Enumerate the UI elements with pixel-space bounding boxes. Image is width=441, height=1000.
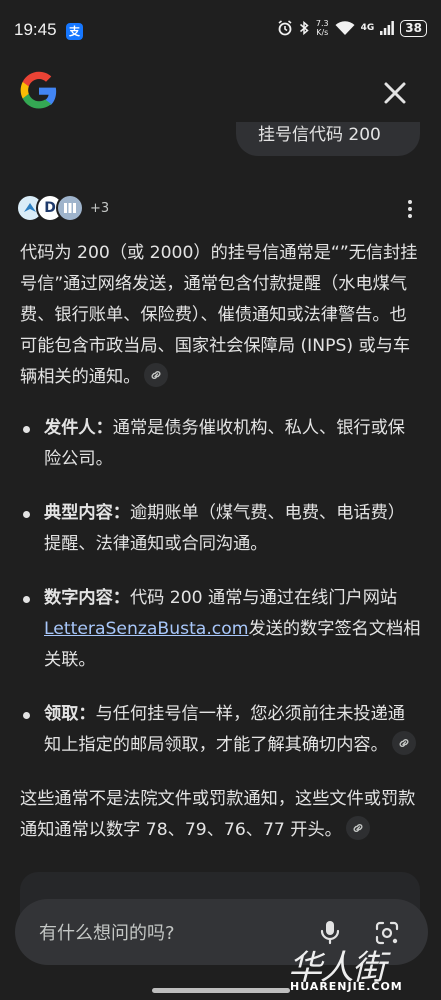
google-logo-icon bbox=[20, 71, 57, 109]
list-item: 发件人：通常是债务催收机构、私人、银行或保险公司。 bbox=[20, 413, 422, 475]
citation-link-button[interactable] bbox=[144, 363, 169, 387]
sources-row[interactable]: D +3 bbox=[16, 194, 109, 222]
link-icon bbox=[399, 739, 409, 747]
citation-link-button[interactable] bbox=[345, 816, 370, 840]
bullet-title: 发件人： bbox=[44, 418, 113, 438]
list-item: 领取：与任何挂号信一样，您必须前往未投递通知上指定的邮局领取，才能了解其确切内容… bbox=[20, 699, 422, 761]
link-icon bbox=[151, 371, 161, 379]
bullet-title: 数字内容： bbox=[44, 588, 130, 608]
battery-indicator: 38 bbox=[400, 19, 427, 37]
alarm-icon bbox=[278, 20, 292, 36]
signal-label: 4G bbox=[360, 23, 375, 33]
more-vert-icon[interactable] bbox=[400, 198, 420, 220]
bullet-title: 领取： bbox=[44, 704, 96, 724]
status-time: 19:45 bbox=[14, 20, 57, 39]
answer-intro: 代码为 200（或 2000）的挂号信通常是“”无信封挂号信”通过网络发送，通常… bbox=[20, 238, 422, 393]
header-mask bbox=[0, 64, 441, 122]
network-speed: 7.3 K/s bbox=[316, 19, 329, 37]
home-indicator[interactable] bbox=[152, 988, 290, 993]
ask-input-placeholder[interactable]: 有什么想问的吗? bbox=[39, 919, 175, 945]
user-query-text: 挂号信代码 200 bbox=[258, 125, 381, 145]
link-icon bbox=[353, 824, 363, 832]
lettera-senza-busta-link[interactable]: LetteraSenzaBusta.com bbox=[44, 619, 249, 639]
wifi-icon bbox=[335, 21, 355, 35]
bullet-title: 典型内容： bbox=[44, 503, 130, 523]
list-item: 数字内容：代码 200 通常与通过在线门户网站 LetteraSenzaBusta… bbox=[20, 583, 422, 676]
source-favicon-3 bbox=[56, 194, 84, 222]
huarenjie-watermark: 华人街 HUARENJIE.COM bbox=[288, 940, 438, 995]
bluetooth-icon bbox=[299, 20, 309, 36]
bullet-text: 代码 200 通常与通过在线门户网站 bbox=[129, 588, 398, 608]
sources-extra-count: +3 bbox=[90, 200, 110, 216]
status-bar: 19:45 支 7.3 K/s 4G 38 bbox=[0, 0, 441, 64]
answer-intro-text: 代码为 200（或 2000）的挂号信通常是“”无信封挂号信”通过网络发送，通常… bbox=[20, 243, 418, 387]
watermark-subtext: HUARENJIE.COM bbox=[290, 980, 403, 993]
status-icons: 7.3 K/s 4G 38 bbox=[277, 19, 427, 37]
answer-closing: 这些通常不是法院文件或罚款通知，这些文件或罚款通知通常以数字 78、79、76、… bbox=[20, 784, 422, 846]
network-speed-value: 7.3 bbox=[315, 19, 329, 28]
bullet-text: 与任何挂号信一样，您必须前往未投递通知上指定的邮局领取，才能了解其确切内容。 bbox=[44, 704, 405, 755]
citation-link-button[interactable] bbox=[391, 731, 416, 755]
ai-answer: 代码为 200（或 2000）的挂号信通常是“”无信封挂号信”通过网络发送，通常… bbox=[20, 238, 422, 846]
list-item: 典型内容：逾期账单（煤气费、电费、电话费）提醒、法律通知或合同沟通。 bbox=[20, 498, 422, 560]
close-icon[interactable] bbox=[380, 78, 410, 108]
answer-bullet-list: 发件人：通常是债务催收机构、私人、银行或保险公司。 典型内容：逾期账单（煤气费、… bbox=[20, 413, 422, 761]
network-speed-unit: K/s bbox=[316, 28, 329, 37]
alipay-notification-icon: 支 bbox=[66, 23, 83, 40]
cell-signal-icon bbox=[380, 21, 395, 35]
